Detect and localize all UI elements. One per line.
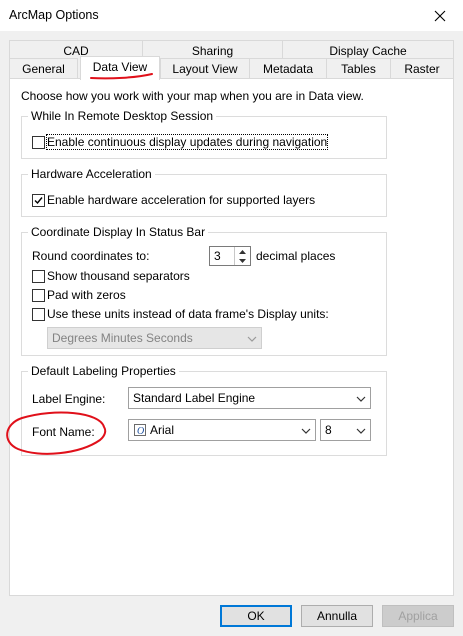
annotation-circle — [6, 411, 107, 455]
arcmap-options-dialog: ArcMap Options CAD Sharing Display Cache… — [0, 0, 463, 636]
